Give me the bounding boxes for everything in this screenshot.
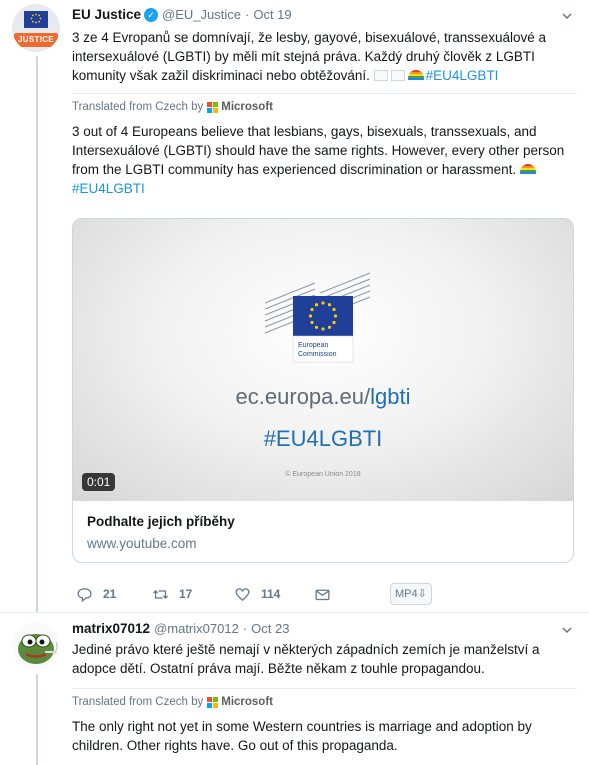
microsoft-logo-icon: [207, 101, 219, 113]
frog-avatar-icon: [18, 634, 58, 664]
card-title[interactable]: Podhalte jejich příběhy: [87, 513, 559, 531]
like-button[interactable]: 114: [234, 583, 280, 605]
white-flag-icon: [373, 70, 388, 81]
caret-down-icon[interactable]: [561, 624, 573, 636]
like-icon: [235, 587, 250, 601]
translated-text: The only right not yet in some Western c…: [72, 719, 532, 753]
translated-from-label: Translated from Czech by: [72, 101, 204, 113]
avatar-label: JUSTICE: [14, 33, 58, 47]
tweet-time[interactable]: Oct 19: [253, 6, 291, 24]
verified-icon: ✓: [144, 8, 159, 22]
tweet-time[interactable]: Oct 23: [251, 620, 289, 638]
mp4-download-button[interactable]: MP4⇩: [390, 583, 432, 605]
tweet-text: 3 ze 4 Evropanů se domnívají, že lesby, …: [72, 28, 577, 85]
retweet-icon: [152, 589, 169, 599]
video-thumbnail[interactable]: European Commission ec.europa.eu/lgbti #…: [73, 219, 573, 501]
video-url-prefix: ec.europa.eu/: [235, 384, 371, 409]
video-hashtag: #EU4LGBTI: [263, 426, 383, 451]
tweet-separator: [0, 612, 589, 613]
tweet-text: Jediné právo které ještě nemají v někter…: [72, 642, 540, 676]
dm-icon: [315, 589, 330, 600]
video-url-suffix: lgbti: [370, 384, 411, 409]
separator-dot: ·: [244, 7, 250, 22]
rainbow-flag-icon: [519, 164, 536, 174]
dm-button[interactable]: [314, 583, 331, 605]
tweet-actions: 21 17 114 MP4⇩: [72, 583, 492, 605]
caret-down-icon[interactable]: [561, 10, 573, 22]
video-card[interactable]: European Commission ec.europa.eu/lgbti #…: [72, 218, 574, 563]
reply-icon: [77, 587, 92, 602]
display-name[interactable]: matrix07012: [72, 620, 150, 638]
eu-justice-avatar[interactable]: JUSTICE: [12, 4, 60, 52]
retweet-button[interactable]: 17: [152, 583, 192, 605]
translation-divider: [72, 688, 577, 689]
translation-attribution: Translated from Czech by Microsoft: [72, 696, 577, 708]
user-handle[interactable]: @EU_Justice: [162, 6, 241, 24]
ec-logo-line1: European: [298, 342, 328, 349]
tweet-eu-justice[interactable]: EU Justice ✓ @EU_Justice · Oct 19 3 ze 4…: [72, 6, 577, 198]
tweet-header: EU Justice ✓ @EU_Justice · Oct 19: [72, 6, 577, 24]
translated-text: 3 out of 4 Europeans believe that lesbia…: [72, 122, 577, 198]
user-handle[interactable]: @matrix07012: [154, 620, 239, 638]
european-commission-logo-icon: European Commission: [264, 272, 371, 363]
rainbow-flag-icon: [407, 70, 424, 80]
retweet-count: 17: [179, 587, 193, 601]
translated-text-main: 3 out of 4 Europeans believe that lesbia…: [72, 124, 565, 177]
display-name[interactable]: EU Justice: [72, 6, 141, 24]
mp4-label: MP4: [395, 588, 418, 600]
card-domain: www.youtube.com: [87, 536, 197, 551]
thread-line-bottom: [36, 674, 38, 765]
translated-from-label: Translated from Czech by: [72, 696, 204, 708]
card-body[interactable]: Podhalte jejich příběhy www.youtube.com: [73, 501, 573, 562]
microsoft-logo-icon: [207, 696, 219, 708]
reply-button[interactable]: 21: [76, 583, 116, 605]
reply-count: 21: [103, 587, 117, 601]
separator-dot: ·: [242, 621, 248, 636]
translation-attribution: Translated from Czech by Microsoft: [72, 101, 577, 113]
eu-flag-icon: [24, 11, 48, 28]
ec-logo-line2: Commission: [298, 351, 337, 358]
like-count: 114: [261, 587, 281, 601]
download-icon: ⇩: [417, 588, 427, 600]
translator-name[interactable]: Microsoft: [221, 101, 273, 113]
video-url-text: ec.europa.eu/lgbti: [73, 384, 573, 410]
white-flag-icon: [390, 70, 405, 81]
translation-divider: [72, 93, 577, 94]
thread-line-top: [36, 56, 38, 612]
tweet-matrix07012[interactable]: matrix07012 @matrix07012 · Oct 23 Jediné…: [72, 620, 577, 755]
video-duration-badge: 0:01: [82, 473, 116, 491]
translated-hashtag-link[interactable]: #EU4LGBTI: [72, 181, 145, 196]
tweet-header: matrix07012 @matrix07012 · Oct 23: [72, 620, 577, 638]
video-copyright: © European Union 2018: [285, 471, 361, 478]
translator-name[interactable]: Microsoft: [221, 696, 273, 708]
matrix07012-avatar[interactable]: [12, 622, 60, 670]
hashtag-link[interactable]: #EU4LGBTI: [426, 68, 499, 83]
